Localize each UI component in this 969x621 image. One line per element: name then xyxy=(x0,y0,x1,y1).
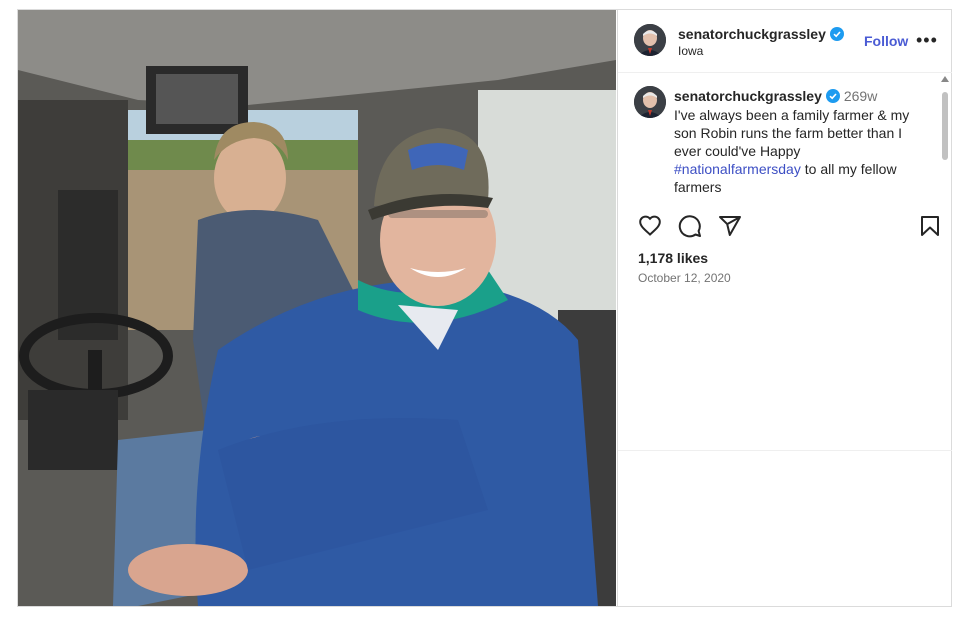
post-sidebar: senatorchuckgrassley Iowa Follow ••• sen… xyxy=(617,10,952,606)
hashtag-link[interactable]: #nationalfarmersday xyxy=(674,161,801,177)
section-divider xyxy=(618,450,952,451)
more-options-icon[interactable]: ••• xyxy=(916,30,938,51)
post-actions xyxy=(638,214,944,244)
post-date[interactable]: October 12, 2020 xyxy=(638,271,731,285)
share-icon[interactable] xyxy=(718,214,742,238)
caption-avatar-image xyxy=(634,86,666,118)
likes-count[interactable]: 1,178 likes xyxy=(638,250,708,266)
photo-illustration xyxy=(18,10,616,606)
caption-header: senatorchuckgrassley 269w xyxy=(674,88,877,104)
avatar-image xyxy=(634,24,666,56)
avatar[interactable] xyxy=(634,24,666,56)
post-header: senatorchuckgrassley Iowa Follow ••• xyxy=(618,10,952,73)
caption-time[interactable]: 269w xyxy=(844,88,877,104)
scroll-up-arrow-icon[interactable] xyxy=(941,76,949,82)
caption-text-part-1: I've always been a family farmer & my so… xyxy=(674,107,910,159)
header-username-text[interactable]: senatorchuckgrassley xyxy=(678,26,826,42)
follow-button[interactable]: Follow xyxy=(864,33,908,49)
caption-text: I've always been a family farmer & my so… xyxy=(674,106,926,196)
bookmark-icon[interactable] xyxy=(918,214,942,238)
caption-username[interactable]: senatorchuckgrassley xyxy=(674,88,822,104)
header-username[interactable]: senatorchuckgrassley xyxy=(678,26,844,42)
scrollbar-thumb[interactable] xyxy=(942,92,948,160)
caption-scrollbar[interactable] xyxy=(939,74,951,214)
verified-badge-icon xyxy=(829,27,844,41)
caption-avatar[interactable] xyxy=(634,86,666,118)
instagram-post: senatorchuckgrassley Iowa Follow ••• sen… xyxy=(17,9,952,607)
post-photo[interactable] xyxy=(18,10,616,606)
caption-verified-badge-icon xyxy=(825,89,840,103)
comment-icon[interactable] xyxy=(678,214,702,238)
post-location[interactable]: Iowa xyxy=(678,44,703,58)
heart-icon[interactable] xyxy=(638,214,662,238)
